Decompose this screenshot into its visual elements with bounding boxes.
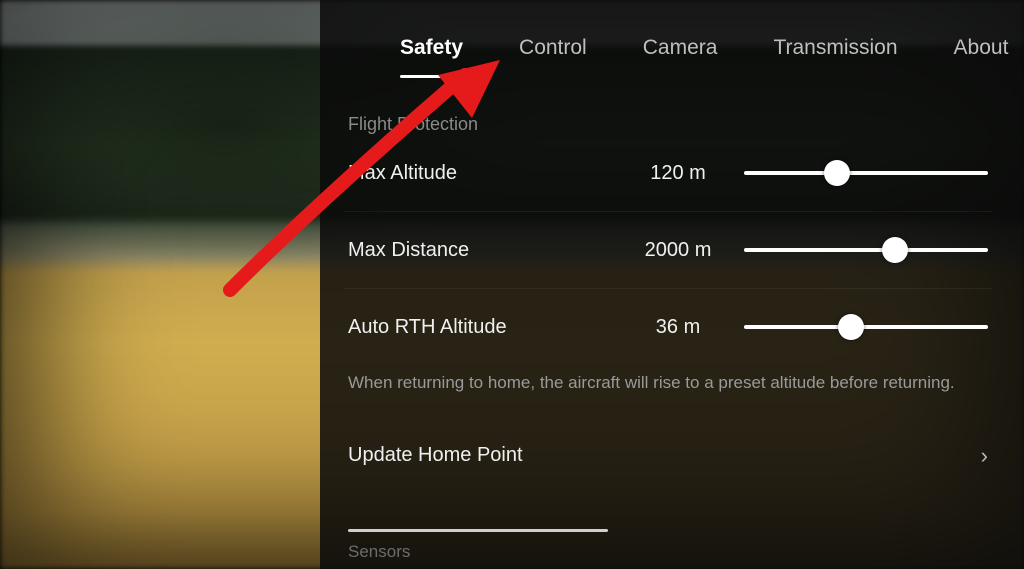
slider-track — [744, 171, 988, 175]
max-distance-slider[interactable] — [744, 236, 988, 264]
max-altitude-slider[interactable] — [744, 159, 988, 187]
max-distance-label: Max Distance — [348, 239, 628, 262]
tab-safety[interactable]: Safety — [400, 36, 463, 74]
row-auto-rth: Auto RTH Altitude 36 m — [344, 289, 992, 365]
tab-transmission[interactable]: Transmission — [773, 36, 897, 74]
auto-rth-slider[interactable] — [744, 313, 988, 341]
max-altitude-value: 120 m — [628, 162, 728, 185]
tab-control[interactable]: Control — [519, 36, 587, 74]
slider-thumb[interactable] — [838, 314, 864, 340]
chevron-right-icon: › — [981, 443, 988, 469]
max-altitude-label: Max Altitude — [348, 162, 628, 185]
max-distance-value: 2000 m — [628, 239, 728, 262]
row-max-distance: Max Distance 2000 m — [344, 212, 992, 289]
tabs-bar: Safety Control Camera Transmission About — [344, 0, 992, 74]
tab-camera[interactable]: Camera — [643, 36, 718, 74]
tab-about[interactable]: About — [954, 36, 1009, 74]
row-update-home-point[interactable]: Update Home Point › — [344, 419, 992, 493]
section-flight-protection: Flight Protection — [344, 114, 992, 135]
slider-thumb[interactable] — [882, 237, 908, 263]
slider-thumb[interactable] — [824, 160, 850, 186]
settings-panel: Safety Control Camera Transmission About… — [320, 0, 1024, 569]
slider-track — [744, 325, 988, 329]
auto-rth-label: Auto RTH Altitude — [348, 316, 628, 339]
auto-rth-value: 36 m — [628, 316, 728, 339]
row-max-altitude: Max Altitude 120 m — [344, 135, 992, 212]
sensors-label-cutoff: Sensors — [344, 532, 992, 562]
auto-rth-help-text: When returning to home, the aircraft wil… — [344, 365, 992, 419]
update-home-point-label: Update Home Point — [348, 444, 523, 467]
slider-track — [744, 248, 988, 252]
